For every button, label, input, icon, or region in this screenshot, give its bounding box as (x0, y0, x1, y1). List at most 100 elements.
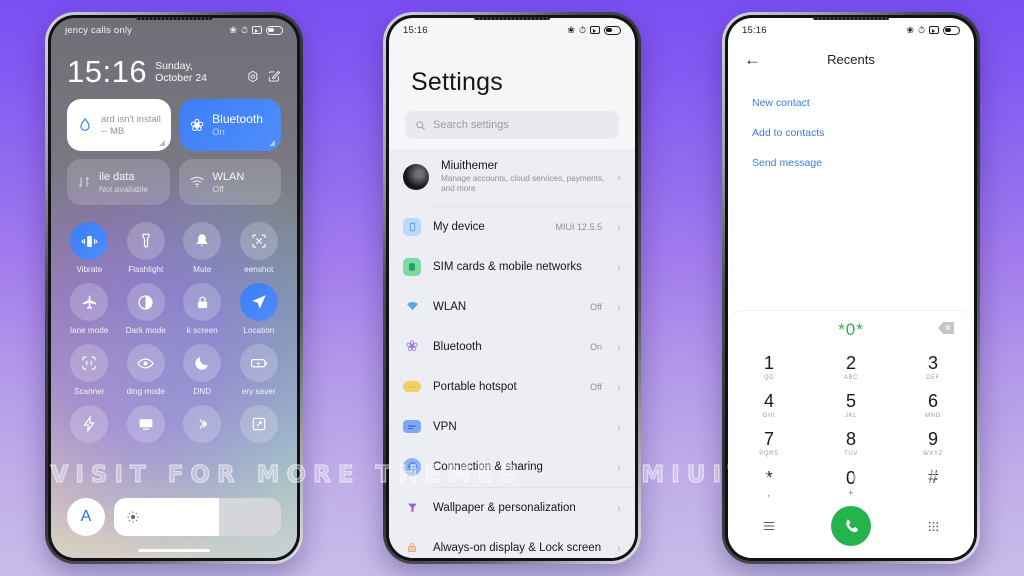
wifi-icon (403, 298, 421, 316)
lock-icon (183, 283, 222, 321)
key-sublabel: JKL (844, 413, 858, 419)
quick-tile-scanner[interactable]: Scanner (61, 339, 118, 396)
quick-settings-grid: Vibrate Flashlight Mute eenshot lane mod… (51, 205, 297, 448)
quick-tile-label: Scanner (74, 387, 105, 396)
key-sublabel: , (767, 488, 771, 498)
auto-brightness-button[interactable]: A (67, 498, 105, 536)
key-digit: 6 (927, 391, 938, 411)
edit-icon[interactable] (267, 68, 281, 85)
search-input[interactable]: Search settings (405, 111, 619, 139)
secondary-cards: ile data Not available WLAN Off (51, 151, 297, 205)
quick-tile-label: Flashlight (128, 265, 164, 274)
quick-tile-dark-mode[interactable]: Dark mode (118, 278, 175, 335)
menu-lines-button[interactable] (728, 520, 810, 532)
call-button[interactable] (810, 506, 892, 546)
settings-row-portable-hotspot[interactable]: Portable hotspot Off › (389, 367, 635, 407)
battery-icon (266, 25, 283, 35)
settings-row-wallpaper-personalization[interactable]: Wallpaper & personalization › (389, 488, 635, 528)
quick-tile-screenshot[interactable]: eenshot (231, 217, 288, 274)
key-8[interactable]: 8 TUV (810, 425, 892, 463)
card-wlan[interactable]: WLAN Off (178, 159, 281, 205)
key-7[interactable]: 7 PQRS (728, 425, 810, 463)
key-2[interactable]: 2 ABC (810, 349, 892, 387)
chevron-right-icon: › (617, 419, 621, 434)
quick-tile-mute[interactable]: Mute (174, 217, 231, 274)
screenshot-icon (929, 26, 939, 34)
card-title: ard isn't install (101, 113, 161, 125)
settings-row-sim-cards[interactable]: SIM cards & mobile networks › (389, 247, 635, 287)
key-3[interactable]: 3 DEF (892, 349, 974, 387)
quick-tile-cast[interactable] (118, 400, 175, 448)
key-9[interactable]: 9 WXYZ (892, 425, 974, 463)
card-subtitle: -- MB (101, 125, 125, 137)
brightness-icon (127, 511, 139, 523)
bluetooth-icon: ❀ (189, 115, 205, 135)
backspace-icon[interactable] (938, 321, 954, 339)
row-title: Connection & sharing (433, 460, 543, 473)
quick-tile-dnd[interactable]: DND (174, 339, 231, 396)
search-placeholder: Search settings (433, 119, 509, 131)
key-1[interactable]: 1 QD (728, 349, 810, 387)
key-0[interactable]: 0 + (810, 463, 892, 501)
sim-icon (403, 257, 421, 276)
moon-icon (183, 344, 222, 382)
wallpaper-icon (403, 499, 421, 517)
key-digit: 0 (845, 468, 856, 488)
key-star[interactable]: *, (728, 463, 810, 501)
key-4[interactable]: 4 GHI (728, 387, 810, 425)
quick-tile-flashlight[interactable]: Flashlight (118, 217, 175, 274)
key-6[interactable]: 6 MNO (892, 387, 974, 425)
link-new-contact[interactable]: New contact (752, 88, 950, 118)
row-subtitle: Manage accounts, cloud services, payment… (441, 174, 605, 194)
quick-tile-airplane-mode[interactable]: lane mode (61, 278, 118, 335)
row-title: Wallpaper & personalization (433, 501, 576, 514)
quick-tile-battery-saver[interactable]: ery saver (231, 339, 288, 396)
quick-tile-vibrate[interactable]: Vibrate (61, 217, 118, 274)
settings-row-connection-sharing[interactable]: Connection & sharing › (389, 447, 635, 487)
key-digit: # (927, 467, 938, 487)
row-value: MIUI 12.5.5 (555, 221, 602, 232)
settings-row-vpn[interactable]: VPN › (389, 407, 635, 447)
settings-row-my-device[interactable]: My device MIUI 12.5.5 › (389, 207, 635, 247)
header: ← Recents (728, 42, 974, 74)
bluetooth-icon: ❀ (405, 338, 419, 355)
quick-tile-location[interactable]: Location (231, 278, 288, 335)
dialpad-panel: *0* 1 QD 2 ABC 3 DEF 4 GHI 5 JKL 6 MNO 7… (728, 311, 974, 558)
keypad-toggle-button[interactable] (892, 520, 974, 533)
hotspot-icon (403, 381, 421, 392)
key-5[interactable]: 5 JKL (810, 387, 892, 425)
key-sublabel: TUV (844, 451, 858, 457)
settings-row-wlan[interactable]: WLAN Off › (389, 287, 635, 327)
alarm-icon: ⏱ (578, 24, 586, 35)
chevron-right-icon: › (617, 379, 621, 394)
settings-row-always-on-lock-screen[interactable]: Always-on display & Lock screen › (389, 528, 635, 559)
brightness-slider[interactable] (114, 498, 281, 536)
quick-tile-sync[interactable] (231, 400, 288, 448)
link-send-message[interactable]: Send message (752, 148, 950, 178)
eye-icon (126, 344, 165, 382)
key-hash[interactable]: # (892, 463, 974, 501)
data-transfer-icon (79, 177, 89, 187)
account-avatar (403, 164, 429, 191)
settings-row-account[interactable]: Miuithemer Manage accounts, cloud servic… (389, 149, 635, 206)
chevron-right-icon: › (617, 339, 621, 354)
chevron-right-icon: › (617, 459, 621, 474)
link-add-to-contacts[interactable]: Add to contacts (752, 118, 950, 148)
notification-cards: ard isn't install -- MB ❀ Bluetooth On (51, 87, 297, 151)
card-sim-data[interactable]: ard isn't install -- MB (67, 99, 171, 151)
dialed-number: *0* (838, 320, 864, 339)
settings-row-bluetooth[interactable]: ❀ Bluetooth On › (389, 327, 635, 367)
home-indicator[interactable] (138, 549, 210, 552)
card-mobile-data[interactable]: ile data Not available (67, 159, 170, 205)
quick-tile-lightning[interactable] (61, 400, 118, 448)
quick-tile-mi-share[interactable] (174, 400, 231, 448)
quick-tile-lock-screen[interactable]: k screen (174, 278, 231, 335)
card-bluetooth[interactable]: ❀ Bluetooth On (179, 99, 281, 151)
vpn-icon (403, 420, 421, 433)
settings-gear-icon[interactable] (246, 68, 260, 85)
quick-tile-label: ding mode (126, 387, 165, 396)
earpiece-grille (813, 17, 889, 20)
chevron-right-icon: › (617, 540, 621, 555)
key-digit: 8 (845, 429, 856, 449)
quick-tile-reading-mode[interactable]: ding mode (118, 339, 175, 396)
